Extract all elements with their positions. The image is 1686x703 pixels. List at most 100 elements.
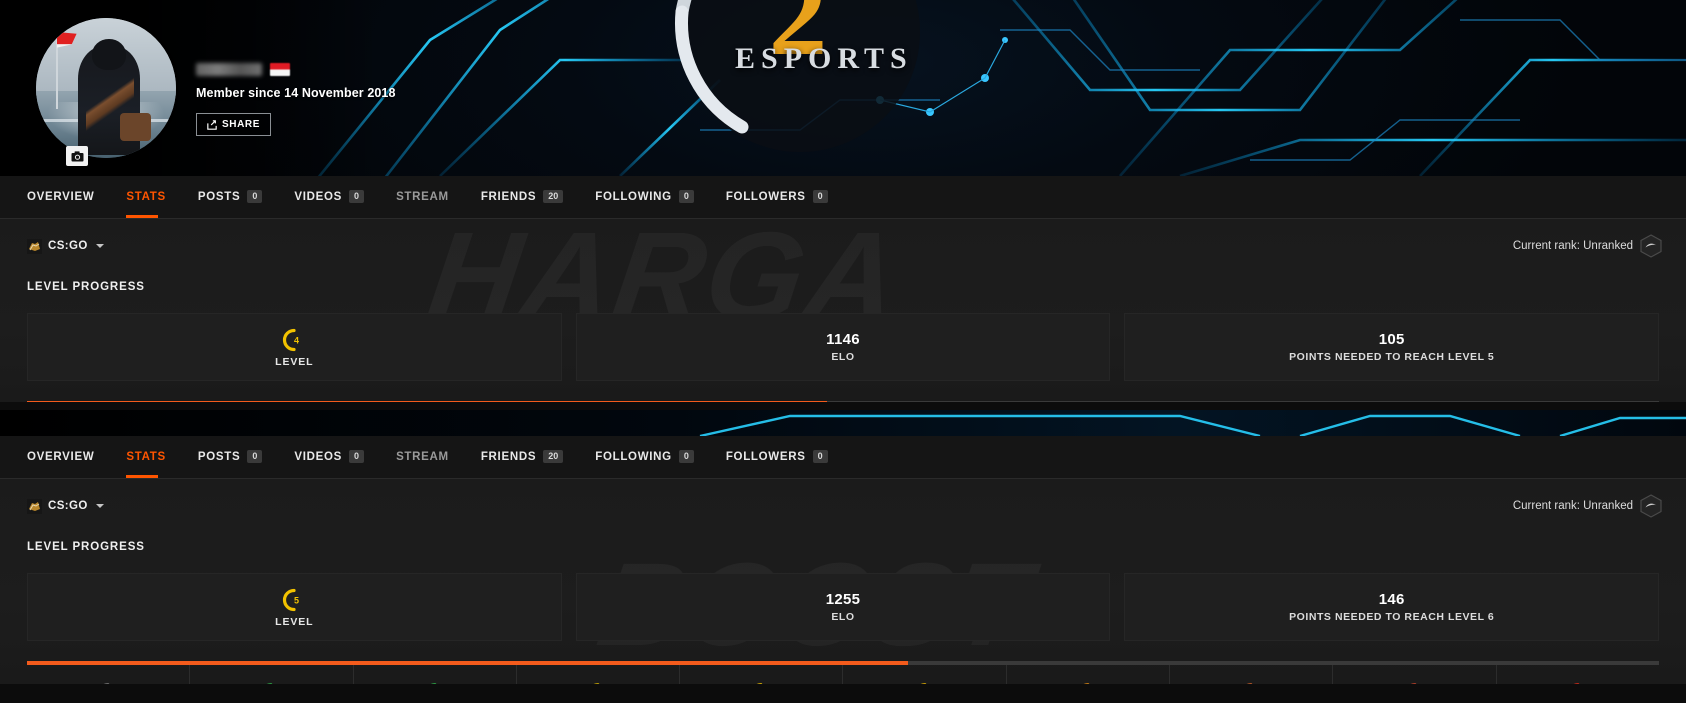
- elo-value-1: 1146: [826, 331, 860, 348]
- points-value-1: 105: [1378, 331, 1405, 348]
- tab-label: STREAM: [396, 190, 449, 203]
- tab-posts[interactable]: POSTS 0: [198, 435, 278, 478]
- share-button-label: SHARE: [222, 119, 261, 130]
- ladder-step-1: 1: [27, 665, 191, 684]
- tab-label: STATS: [126, 450, 166, 463]
- level-badge-icon-1: 1: [104, 683, 110, 684]
- game-selector[interactable]: CS:GO: [27, 238, 104, 254]
- tab-friends[interactable]: FRIENDS 20: [481, 435, 578, 478]
- chevron-down-icon: [95, 244, 104, 248]
- level-badge-number: 4: [294, 335, 299, 345]
- ladder-step-9: 9: [1333, 665, 1497, 684]
- tab-following[interactable]: FOLLOWING 0: [595, 175, 709, 218]
- csgo-icon: [27, 238, 42, 254]
- chevron-down-icon: [95, 504, 104, 508]
- elo-label-1: ELO: [831, 351, 855, 363]
- tab-label: FRIENDS: [480, 450, 537, 463]
- tab-count-badge: 0: [247, 450, 263, 463]
- stat-cards-2: 5 LEVEL 1255 ELO 146 POINTS NEEDED TO RE…: [27, 573, 1660, 641]
- ladder-step-2: 2: [190, 665, 354, 684]
- tab-count-badge: 20: [543, 450, 564, 463]
- ladder-step-3: 3: [354, 665, 517, 684]
- country-flag-icon: [270, 62, 290, 76]
- profile-nav-tabs-primary[interactable]: OVERVIEW STATS POSTS 0 VIDEOS 0 STREAM FRIENDS 2…: [0, 176, 1686, 219]
- profile-stats-page: 2 ESPORTS Member since 14 November 2018 …: [0, 0, 1686, 703]
- avatar-container[interactable]: [36, 18, 176, 166]
- level-progress-fill-1: [27, 401, 827, 402]
- tab-stream[interactable]: STREAM: [396, 175, 464, 218]
- banner-sliver: [0, 410, 1686, 436]
- level-badge-icon: 5: [281, 587, 307, 613]
- tab-videos[interactable]: VIDEOS 0: [294, 175, 379, 218]
- profile-cover-banner: 2 ESPORTS Member since 14 November 2018 …: [0, 0, 1686, 176]
- esports-logo-mark: 2: [635, 0, 965, 176]
- panel-divider: [0, 402, 1686, 410]
- elo-card-1: 1146 ELO: [575, 313, 1111, 381]
- tab-friends[interactable]: FRIENDS 20: [481, 175, 578, 218]
- tab-label: VIDEOS: [294, 450, 343, 463]
- points-label-2: POINTS NEEDED TO REACH LEVEL 6: [1289, 611, 1495, 623]
- ladder-step-10: 10: [1497, 665, 1659, 684]
- tab-videos[interactable]: VIDEOS 0: [294, 435, 379, 478]
- tab-following[interactable]: FOLLOWING 0: [595, 435, 709, 478]
- csgo-icon: [27, 498, 42, 514]
- tab-label: FOLLOWING: [595, 190, 672, 203]
- tab-overview[interactable]: OVERVIEW: [27, 435, 109, 478]
- tab-stream[interactable]: STREAM: [396, 435, 464, 478]
- member-since-text: Member since 14 November 2018: [196, 86, 396, 100]
- tab-followers[interactable]: FOLLOWERS 0: [726, 435, 843, 478]
- ladder-step-5: 5: [680, 665, 844, 684]
- profile-nav-tabs-secondary[interactable]: OVERVIEW STATS POSTS 0 VIDEOS 0 STREAM FRIENDS 2…: [0, 436, 1686, 479]
- tab-label: OVERVIEW: [27, 190, 95, 203]
- tab-label: POSTS: [197, 450, 241, 463]
- tab-followers[interactable]: FOLLOWERS 0: [726, 175, 843, 218]
- elo-value-2: 1255: [825, 591, 861, 608]
- points-needed-card-2: 146 POINTS NEEDED TO REACH LEVEL 6: [1124, 573, 1660, 641]
- current-rank-group: Current rank: Unranked: [1513, 234, 1662, 258]
- tab-stats[interactable]: STATS: [126, 175, 181, 218]
- game-name-label-2: CS:GO: [48, 500, 88, 512]
- tab-count-badge: 0: [349, 190, 365, 203]
- level-badge-icon-4: 4: [593, 683, 600, 684]
- tab-label: FOLLOWERS: [725, 190, 806, 203]
- level-badge-icon-5: 5: [757, 683, 763, 684]
- points-value-2: 146: [1378, 591, 1405, 608]
- identity-block: Member since 14 November 2018 SHARE: [196, 60, 396, 136]
- points-needed-card-1: 105 POINTS NEEDED TO REACH LEVEL 5: [1124, 313, 1660, 381]
- current-rank-group-2: Current rank: Unranked: [1513, 494, 1662, 518]
- tab-label: POSTS: [197, 190, 241, 203]
- level-badge-icon-2: 2: [267, 683, 273, 684]
- nickname-redacted: [196, 62, 262, 76]
- tab-count-badge: 0: [349, 450, 365, 463]
- ladder-step-6: 6: [843, 665, 1007, 684]
- tab-posts[interactable]: POSTS 0: [198, 175, 278, 218]
- esports-logo-text: ESPORTS: [735, 42, 913, 75]
- section-title-2: LEVEL PROGRESS: [27, 541, 145, 553]
- stat-cards-1: 4 LEVEL 1146 ELO 105 POINTS NEEDED TO RE…: [27, 313, 1660, 381]
- current-rank-label-2: Current rank: Unranked: [1512, 500, 1633, 512]
- share-button[interactable]: SHARE: [196, 113, 272, 136]
- avatar[interactable]: [36, 18, 176, 158]
- level-badge-icon-3: 3: [430, 683, 437, 684]
- game-selector-2[interactable]: CS:GO: [27, 498, 104, 514]
- active-tab-underline: [126, 475, 159, 478]
- elo-label-2: ELO: [831, 611, 855, 623]
- tab-stats[interactable]: STATS: [126, 435, 181, 478]
- level-badge-icon-6: 6: [920, 683, 926, 684]
- level-badge-number: 5: [294, 595, 299, 605]
- tab-overview[interactable]: OVERVIEW: [27, 175, 109, 218]
- active-tab-underline: [126, 215, 159, 218]
- rank-hexagon-icon: [1640, 234, 1662, 258]
- ladder-step-7: 7: [1007, 665, 1171, 684]
- camera-icon[interactable]: [66, 146, 88, 166]
- tab-label: STATS: [126, 190, 166, 203]
- level-progress-track-1: [27, 401, 1659, 402]
- game-name-label: CS:GO: [48, 240, 88, 252]
- level-card-label-1: LEVEL: [275, 355, 314, 368]
- section-title-1: LEVEL PROGRESS: [27, 281, 145, 293]
- level-card-1: 4 LEVEL: [27, 313, 562, 381]
- level-ladder-2: 1 2 3 4 5 6 7 8 9 10: [27, 665, 1659, 684]
- level-badge-icon-7: 7: [1083, 683, 1090, 684]
- tab-count-badge: 20: [543, 190, 564, 203]
- level-badge-icon-9: 9: [1410, 683, 1416, 684]
